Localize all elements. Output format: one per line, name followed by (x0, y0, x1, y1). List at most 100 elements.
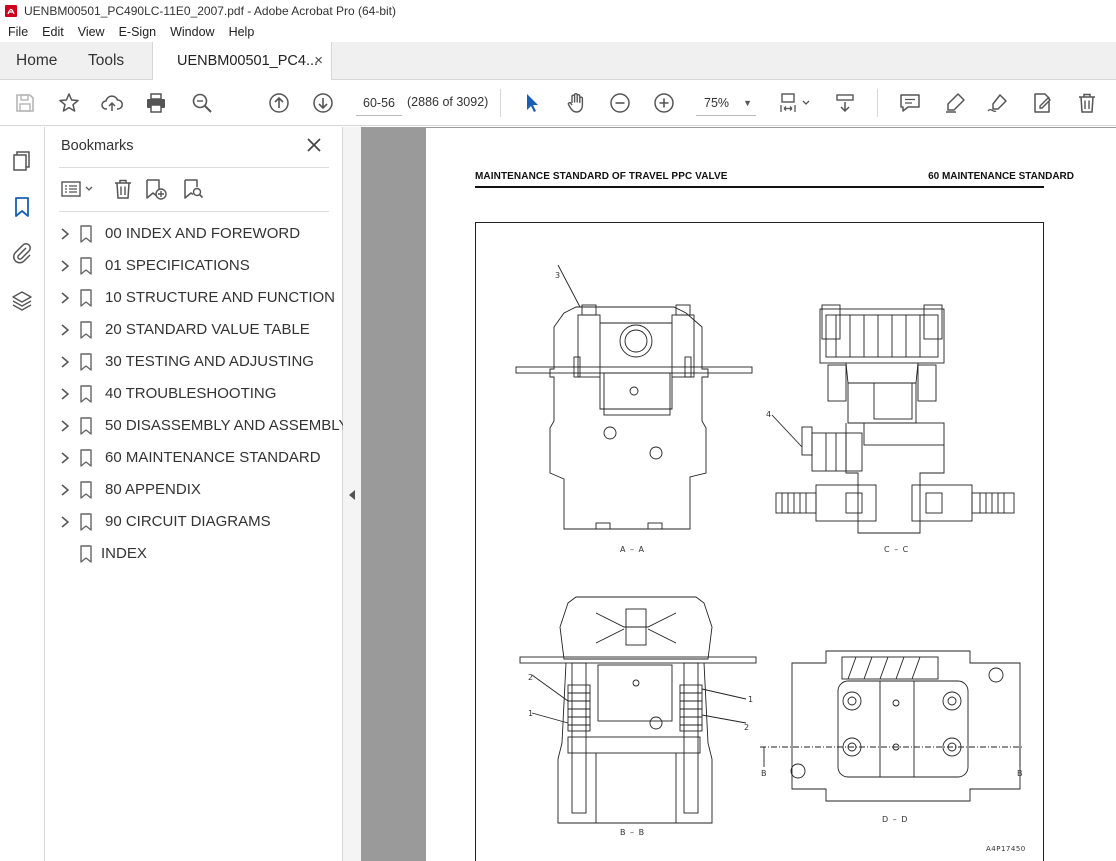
chevron-right-icon[interactable] (59, 450, 71, 466)
toolbar: (2886 of 3092) 75% ▼ (0, 80, 1116, 126)
find-bookmark-icon[interactable] (181, 177, 205, 201)
bookmark-item[interactable]: 00 INDEX AND FOREWORD (57, 222, 341, 246)
menu-file[interactable]: File (0, 25, 35, 39)
bookmark-icon (79, 513, 93, 531)
bookmark-icon (79, 385, 93, 403)
edit-pdf-icon[interactable] (1030, 91, 1054, 115)
window-title: UENBM00501_PC490LC-11E0_2007.pdf - Adobe… (24, 4, 397, 18)
star-bookmark-icon[interactable] (57, 91, 81, 115)
new-bookmark-icon[interactable] (144, 177, 168, 201)
section-aa-drawing (515, 264, 753, 530)
next-page-icon[interactable] (311, 91, 335, 115)
callout-1: 1 (748, 695, 755, 704)
bookmark-label: 20 STANDARD VALUE TABLE (105, 321, 310, 338)
sign-pen-icon[interactable] (986, 91, 1010, 115)
bookmark-item[interactable]: 01 SPECIFICATIONS (57, 254, 341, 278)
bookmarks-panel-icon[interactable] (10, 195, 34, 219)
view-caption-bb: B – B (620, 828, 646, 837)
bookmark-label: 10 STRUCTURE AND FUNCTION (105, 289, 336, 306)
menu-help[interactable]: Help (222, 25, 262, 39)
page-fit-icon[interactable] (778, 91, 812, 115)
zoom-out-icon[interactable] (608, 91, 632, 115)
view-caption-aa: A – A (620, 545, 646, 554)
hand-tool-icon[interactable] (564, 91, 588, 115)
pdf-page: MAINTENANCE STANDARD OF TRAVEL PPC VALVE… (426, 128, 1116, 861)
chevron-right-icon[interactable] (59, 514, 71, 530)
chevron-right-icon[interactable] (59, 482, 71, 498)
section-dd-drawing (760, 650, 1024, 802)
menu-edit[interactable]: Edit (35, 25, 71, 39)
bookmark-icon (79, 257, 93, 275)
chevron-right-icon[interactable] (59, 418, 71, 434)
chevron-right-icon[interactable] (59, 290, 71, 306)
bookmarks-panel-title: Bookmarks (61, 138, 134, 154)
bookmark-item[interactable]: 90 CIRCUIT DIAGRAMS (57, 510, 341, 534)
bookmark-icon (79, 225, 93, 243)
header-rule (475, 186, 1044, 188)
zoom-in-icon[interactable] (652, 91, 676, 115)
view-caption-dd: D – D (882, 815, 909, 824)
callout-2: 2 (744, 723, 751, 732)
select-cursor-icon[interactable] (520, 91, 544, 115)
figure-id: A4P17450 (986, 845, 1026, 853)
bookmark-icon (79, 289, 93, 307)
section-marker-b: B (761, 769, 768, 778)
print-icon[interactable] (144, 91, 168, 115)
bookmark-item[interactable]: INDEX (57, 542, 341, 566)
scroll-mode-icon[interactable] (833, 91, 857, 115)
bookmark-item[interactable]: 60 MAINTENANCE STANDARD (57, 446, 341, 470)
comment-icon[interactable] (898, 91, 922, 115)
close-panel-icon[interactable] (305, 136, 323, 154)
tab-home[interactable]: Home (16, 42, 57, 80)
menu-window[interactable]: Window (163, 25, 221, 39)
zoom-value: 75% (704, 96, 730, 110)
close-tab-icon[interactable]: × (314, 42, 323, 80)
bookmark-item[interactable]: 50 DISASSEMBLY AND ASSEMBLY (57, 414, 348, 438)
acrobat-pdf-icon (4, 4, 18, 18)
page-number-input[interactable] (356, 90, 402, 116)
page-thumbnails-icon[interactable] (10, 149, 34, 173)
tab-tools[interactable]: Tools (88, 42, 124, 80)
page-header-section: 60 MAINTENANCE STANDARD (928, 171, 1074, 182)
bookmark-item[interactable]: 20 STANDARD VALUE TABLE (57, 318, 341, 342)
chevron-right-icon[interactable] (59, 226, 71, 242)
previous-page-icon[interactable] (267, 91, 291, 115)
view-caption-cc: C – C (884, 545, 910, 554)
document-view[interactable]: MAINTENANCE STANDARD OF TRAVEL PPC VALVE… (361, 127, 1116, 861)
chevron-right-icon[interactable] (59, 354, 71, 370)
menu-view[interactable]: View (71, 25, 112, 39)
page-header-title: MAINTENANCE STANDARD OF TRAVEL PPC VALVE (475, 171, 728, 182)
delete-trash-icon[interactable] (1075, 91, 1099, 115)
layers-icon[interactable] (10, 289, 34, 313)
menu-esign[interactable]: E-Sign (112, 25, 164, 39)
panel-divider (59, 211, 329, 212)
cloud-upload-icon[interactable] (100, 91, 124, 115)
bookmark-label: INDEX (101, 545, 147, 562)
chevron-right-icon[interactable] (59, 258, 71, 274)
attachments-paperclip-icon[interactable] (10, 241, 34, 265)
bookmark-icon (79, 545, 93, 563)
bookmark-item[interactable]: 80 APPENDIX (57, 478, 341, 502)
page-count-label: (2886 of 3092) (407, 95, 489, 109)
bookmark-item[interactable]: 10 STRUCTURE AND FUNCTION (57, 286, 341, 310)
zoom-dropdown[interactable]: 75% ▼ (696, 90, 756, 116)
zoom-search-icon[interactable] (190, 91, 214, 115)
chevron-right-icon[interactable] (59, 322, 71, 338)
section-marker-b: B (1017, 769, 1024, 778)
bookmark-label: 30 TESTING AND ADJUSTING (105, 353, 314, 370)
bookmark-options-icon[interactable] (61, 177, 95, 201)
bookmark-item[interactable]: 30 TESTING AND ADJUSTING (57, 350, 341, 374)
collapse-panel-icon[interactable] (348, 488, 356, 500)
tab-document[interactable]: UENBM00501_PC4... × (152, 42, 332, 81)
bookmark-item[interactable]: 40 TROUBLESHOOTING (57, 382, 341, 406)
bookmark-icon (79, 449, 93, 467)
delete-bookmark-icon[interactable] (111, 177, 135, 201)
title-bar: UENBM00501_PC490LC-11E0_2007.pdf - Adobe… (0, 0, 1116, 22)
chevron-right-icon[interactable] (59, 386, 71, 402)
highlight-pen-icon[interactable] (943, 91, 967, 115)
panel-splitter[interactable] (343, 127, 361, 861)
bookmark-label: 60 MAINTENANCE STANDARD (105, 449, 321, 466)
bookmark-label: 90 CIRCUIT DIAGRAMS (105, 513, 271, 530)
save-icon[interactable] (13, 91, 37, 115)
bookmark-label: 40 TROUBLESHOOTING (105, 385, 277, 402)
